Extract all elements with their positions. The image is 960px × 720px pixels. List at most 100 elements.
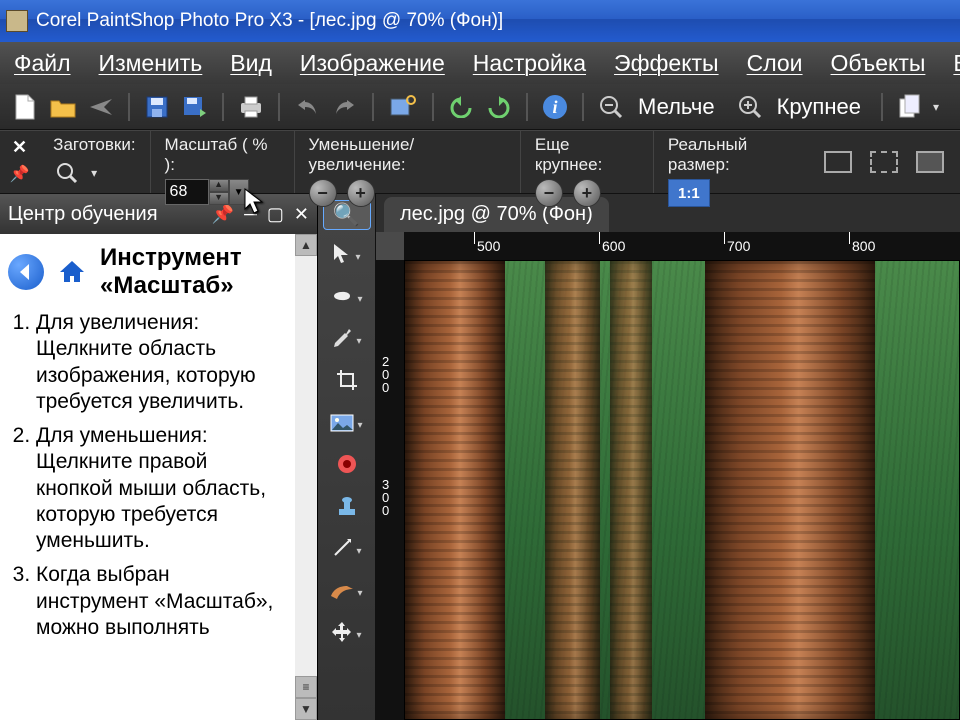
title-bar: Corel PaintShop Photo Pro X3 - [лес.jpg … — [0, 0, 960, 42]
scroll-grip-icon[interactable]: ≡ — [295, 676, 317, 698]
crop-icon — [336, 369, 358, 397]
zoom-group: Уменьшение/увеличение: − + — [295, 131, 521, 193]
rotate-left-button[interactable] — [446, 92, 476, 122]
tool-title-line1: Инструмент — [100, 244, 242, 272]
selection-tool[interactable]: ▾ — [323, 284, 371, 314]
zoom-in-label[interactable]: Крупнее — [777, 94, 861, 120]
zoom-out-button[interactable] — [596, 92, 626, 122]
options-bar: ✕ 📌 Заготовки: ▾ Масштаб ( % ): ▲ ▼ ▼ Ум… — [0, 130, 960, 194]
image-content — [405, 261, 959, 719]
actual-size-label: Реальный размер: — [668, 135, 810, 175]
enhance-button[interactable] — [386, 92, 420, 122]
home-button[interactable] — [54, 254, 90, 290]
zoom-in-big-button[interactable]: + — [573, 179, 601, 207]
panel-close-button[interactable]: ✕ — [294, 204, 309, 225]
move-tool[interactable]: ▾ — [323, 620, 371, 650]
image-tool[interactable]: ▾ — [323, 410, 371, 440]
print-button[interactable] — [236, 92, 266, 122]
panel-pin-button[interactable]: 📌 — [212, 204, 234, 225]
scale-group: Масштаб ( % ): ▲ ▼ ▼ — [151, 131, 295, 193]
open-button[interactable] — [48, 92, 78, 122]
separator — [278, 93, 280, 121]
redeye-icon — [336, 453, 358, 481]
menu-edit[interactable]: Изменить — [99, 50, 203, 77]
tool-title-line2: «Масштаб» — [100, 272, 242, 300]
clone-tool[interactable] — [323, 494, 371, 524]
panel-minimize-button[interactable]: ─ — [244, 204, 257, 225]
scale-spin-down[interactable]: ▼ — [209, 192, 229, 205]
pointer-tool[interactable]: ▾ — [323, 242, 371, 272]
pin-options-button[interactable]: 📌 — [10, 164, 30, 184]
dropper-icon — [331, 327, 353, 355]
save-button[interactable] — [142, 92, 172, 122]
more-zoom-label: Еще крупнее: — [535, 135, 639, 175]
new-button[interactable] — [10, 92, 40, 122]
back-button[interactable] — [8, 254, 44, 290]
zoom-out-label[interactable]: Мельче — [638, 94, 715, 120]
retouch-tool[interactable]: ▾ — [323, 536, 371, 566]
tool-palette: 🔍 ▾ ▾ ▾ — [318, 194, 376, 720]
main-toolbar: i Мельче Крупнее ▾ — [0, 84, 960, 130]
redo-button[interactable] — [330, 92, 360, 122]
menu-adjust[interactable]: Настройка — [473, 50, 586, 77]
scale-spin-up[interactable]: ▲ — [209, 179, 229, 192]
presets-dropdown-icon[interactable]: ▾ — [91, 166, 97, 180]
presets-label: Заготовки: — [53, 135, 135, 155]
monitor-icon[interactable] — [916, 151, 944, 173]
scale-dropdown[interactable]: ▼ — [229, 179, 249, 205]
separator — [582, 93, 584, 121]
separator — [526, 93, 528, 121]
crop-tool[interactable] — [323, 368, 371, 398]
actual-size-button[interactable]: 1:1 — [668, 179, 710, 207]
canvas-image[interactable] — [404, 260, 960, 720]
fit-screen-icon[interactable] — [870, 151, 898, 173]
actual-size-group: Реальный размер: 1:1 — [654, 131, 824, 193]
separator — [432, 93, 434, 121]
stamp-icon — [336, 495, 358, 523]
menu-select[interactable]: Выделе — [953, 50, 960, 77]
save-as-button[interactable] — [180, 92, 210, 122]
menu-file[interactable]: Файл — [14, 50, 71, 77]
separator — [372, 93, 374, 121]
canvas-area: 🔍 ▾ ▾ ▾ — [318, 194, 960, 720]
menu-effects[interactable]: Эффекты — [614, 50, 719, 77]
zoom-out-big-button[interactable]: − — [535, 179, 563, 207]
menu-image[interactable]: Изображение — [300, 50, 445, 77]
zoom-in-button[interactable] — [735, 92, 765, 122]
redeye-tool[interactable] — [323, 452, 371, 482]
ruler-vertical: 200 300 — [376, 260, 404, 720]
scroll-track[interactable] — [295, 256, 317, 676]
scroll-up-icon[interactable]: ▲ — [295, 234, 317, 256]
dropper-tool[interactable]: ▾ — [323, 326, 371, 356]
zoom-label: Уменьшение/увеличение: — [309, 135, 506, 175]
scale-label: Масштаб ( % ): — [165, 135, 280, 175]
ruler-horizontal: 500 600 700 800 — [404, 232, 960, 260]
instruction-list: Для увеличения: Щелкните область изображ… — [8, 310, 287, 641]
scale-input[interactable] — [165, 179, 209, 205]
dropdown-icon[interactable]: ▾ — [933, 100, 939, 114]
zoom-out-small-button[interactable]: − — [309, 179, 337, 207]
send-button[interactable] — [86, 92, 116, 122]
brush-tool[interactable]: ▾ — [323, 578, 371, 608]
fit-window-icon[interactable] — [824, 151, 852, 173]
blob-icon — [330, 286, 354, 312]
separator — [128, 93, 130, 121]
undo-button[interactable] — [292, 92, 322, 122]
brush-icon — [330, 580, 354, 606]
list-item: Для увеличения: Щелкните область изображ… — [36, 310, 287, 415]
menu-layers[interactable]: Слои — [747, 50, 803, 77]
panel-scrollbar[interactable]: ▲ ≡ ▼ — [295, 234, 317, 720]
svg-text:i: i — [552, 97, 557, 117]
menu-view[interactable]: Вид — [230, 50, 272, 77]
copy-button[interactable] — [895, 92, 925, 122]
close-options-button[interactable]: ✕ — [12, 137, 27, 158]
more-zoom-group: Еще крупнее: − + — [521, 131, 654, 193]
arrows-icon — [331, 621, 353, 649]
scroll-down-icon[interactable]: ▼ — [295, 698, 317, 720]
rotate-right-button[interactable] — [484, 92, 514, 122]
info-button[interactable]: i — [540, 92, 570, 122]
panel-maximize-button[interactable]: ▢ — [267, 204, 284, 225]
zoom-in-small-button[interactable]: + — [347, 179, 375, 207]
presets-icon[interactable] — [53, 159, 81, 187]
menu-objects[interactable]: Объекты — [831, 50, 926, 77]
